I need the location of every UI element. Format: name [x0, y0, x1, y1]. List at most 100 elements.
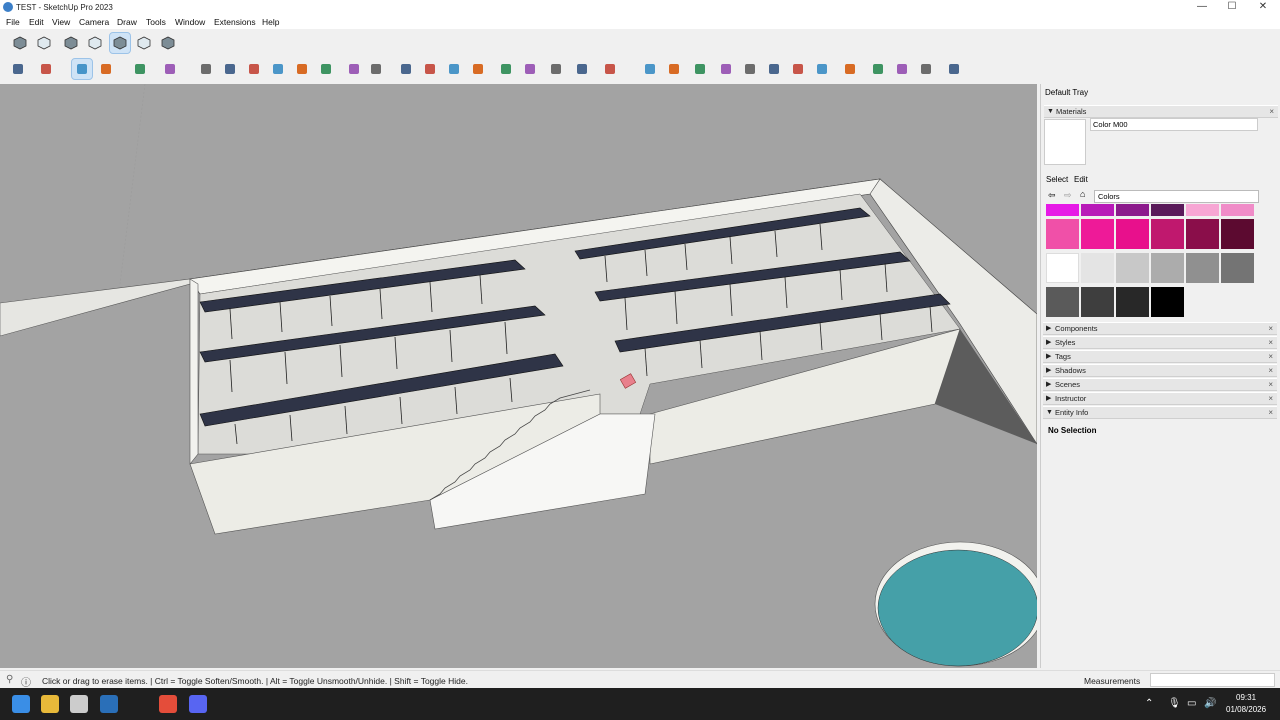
color-swatch[interactable] — [1186, 253, 1219, 283]
wireframe-style-icon[interactable] — [85, 33, 105, 53]
eraser-icon[interactable] — [71, 58, 93, 80]
pencil-line-icon[interactable] — [96, 59, 116, 79]
panel-header-entity-info[interactable]: ▼ Entity Info × — [1043, 406, 1277, 419]
close-icon[interactable]: × — [1268, 365, 1273, 377]
import-icon[interactable] — [764, 59, 784, 79]
menu-draw[interactable]: Draw — [117, 17, 137, 27]
components-window-icon[interactable] — [664, 59, 684, 79]
measurements-input[interactable] — [1150, 673, 1275, 687]
shaded-texture-style-icon[interactable] — [134, 33, 154, 53]
color-swatch[interactable] — [1081, 253, 1114, 283]
text-label-icon[interactable] — [366, 59, 386, 79]
color-swatch[interactable] — [1186, 204, 1219, 216]
chevron-up-icon[interactable]: ⌃ — [1145, 698, 1153, 709]
paint-bucket-icon[interactable] — [160, 59, 180, 79]
close-icon[interactable]: × — [1268, 379, 1273, 391]
account-icon[interactable] — [600, 59, 620, 79]
top-view-icon[interactable] — [34, 33, 54, 53]
3d-warehouse-icon[interactable] — [640, 59, 660, 79]
panel-header-scenes[interactable]: ▶ Scenes × — [1043, 378, 1277, 391]
solid-tools-icon[interactable] — [572, 59, 592, 79]
menu-view[interactable]: View — [52, 17, 70, 27]
color-swatch[interactable] — [1151, 204, 1184, 216]
iso-view-icon[interactable] — [10, 33, 30, 53]
windows-start-icon[interactable] — [12, 695, 30, 713]
color-swatch[interactable] — [1221, 219, 1254, 249]
color-swatch[interactable] — [1081, 287, 1114, 317]
zoom-extents-icon[interactable] — [468, 59, 488, 79]
color-swatch[interactable] — [1081, 219, 1114, 249]
menu-file[interactable]: File — [6, 17, 20, 27]
forward-arrow-icon[interactable]: ⇨ — [1064, 190, 1072, 201]
move-icon[interactable] — [244, 59, 264, 79]
offset-icon[interactable] — [220, 59, 240, 79]
color-swatch[interactable] — [1116, 204, 1149, 216]
microphone-icon[interactable]: 🎙 — [1168, 698, 1181, 709]
color-swatch[interactable] — [1186, 219, 1219, 249]
menu-extensions[interactable]: Extensions — [214, 17, 256, 27]
discord-icon[interactable] — [189, 695, 207, 713]
sketchup-taskbar-icon[interactable] — [100, 695, 118, 713]
close-icon[interactable]: × — [1268, 351, 1273, 363]
settings-gear-icon[interactable] — [840, 59, 860, 79]
panel-header-styles[interactable]: ▶ Styles × — [1043, 336, 1277, 349]
close-icon[interactable]: × — [1268, 337, 1273, 349]
layers-icon[interactable] — [546, 59, 566, 79]
color-swatch[interactable] — [1116, 253, 1149, 283]
push-pull-icon[interactable] — [196, 59, 216, 79]
color-swatch[interactable] — [1116, 287, 1149, 317]
tab-select[interactable]: Select — [1046, 175, 1068, 184]
chrome-icon[interactable] — [159, 695, 177, 713]
info-icon[interactable] — [892, 59, 912, 79]
cart-icon[interactable] — [916, 59, 936, 79]
zoom-icon[interactable] — [444, 59, 464, 79]
minimize-button[interactable]: — — [1187, 0, 1217, 15]
close-icon[interactable]: × — [1268, 393, 1273, 405]
xray-style-icon[interactable] — [61, 33, 81, 53]
section-plane-icon[interactable] — [496, 59, 516, 79]
close-icon[interactable]: × — [1268, 323, 1273, 335]
color-swatch[interactable] — [1046, 204, 1079, 216]
menu-window[interactable]: Window — [175, 17, 205, 27]
texture-grid-icon[interactable] — [788, 59, 808, 79]
file-explorer-icon[interactable] — [41, 695, 59, 713]
color-swatch[interactable] — [1221, 204, 1254, 216]
panel-header-instructor[interactable]: ▶ Instructor × — [1043, 392, 1277, 405]
color-swatch[interactable] — [1116, 219, 1149, 249]
maximize-button[interactable]: ☐ — [1217, 0, 1247, 15]
section-display-icon[interactable] — [520, 59, 540, 79]
model-viewport[interactable] — [0, 84, 1037, 668]
color-swatch[interactable] — [1046, 253, 1079, 283]
clock-date[interactable]: 01/08/2026 — [1226, 705, 1266, 714]
close-button[interactable]: ✕ — [1248, 0, 1278, 15]
cloud-icon[interactable] — [812, 59, 832, 79]
color-swatch[interactable] — [1151, 287, 1184, 317]
geo-icon[interactable] — [740, 59, 760, 79]
color-swatch[interactable] — [1046, 219, 1079, 249]
panel-header-tags[interactable]: ▶ Tags × — [1043, 350, 1277, 363]
close-icon[interactable]: × — [1268, 407, 1273, 419]
select-arrow-icon[interactable] — [36, 59, 56, 79]
layout-send-icon[interactable] — [868, 59, 888, 79]
color-swatch[interactable] — [1221, 253, 1254, 283]
shaded-style-icon[interactable] — [109, 32, 131, 54]
back-arrow-icon[interactable]: ⇦ — [1048, 190, 1056, 201]
color-swatch[interactable] — [1151, 253, 1184, 283]
scale-icon[interactable] — [292, 59, 312, 79]
panel-header-components[interactable]: ▶ Components × — [1043, 322, 1277, 335]
menu-help[interactable]: Help — [262, 17, 279, 27]
network-icon[interactable]: ▭ — [1187, 698, 1196, 709]
geo-location-icon[interactable]: ⚲ — [6, 674, 13, 685]
close-icon[interactable]: × — [1269, 106, 1274, 118]
orbit-icon[interactable] — [396, 59, 416, 79]
materials-panel-header[interactable]: ▼ Materials × — [1044, 105, 1278, 118]
tab-edit[interactable]: Edit — [1074, 175, 1088, 184]
library-select[interactable]: Colors — [1094, 190, 1259, 203]
pan-hand-icon[interactable] — [420, 59, 440, 79]
add-location-icon[interactable] — [716, 59, 736, 79]
user-profile-icon[interactable] — [944, 59, 964, 79]
color-swatch[interactable] — [1081, 204, 1114, 216]
color-swatch[interactable] — [1151, 219, 1184, 249]
material-name-field[interactable]: Color M00 — [1090, 118, 1258, 131]
menu-camera[interactable]: Camera — [79, 17, 109, 27]
